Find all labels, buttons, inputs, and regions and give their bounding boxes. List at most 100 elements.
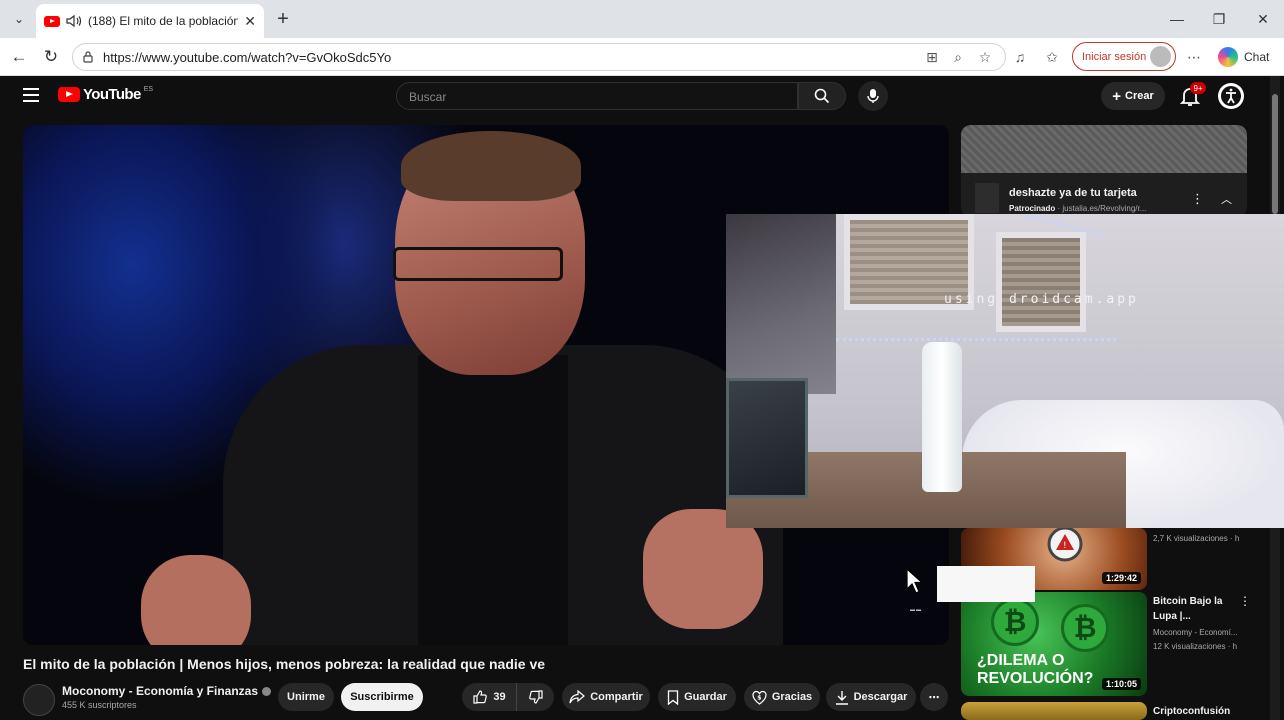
bookmark-icon [667,689,679,705]
subscribe-button[interactable]: Suscribirme [341,683,423,711]
notification-badge: 9+ [1190,82,1206,94]
share-button[interactable]: Compartir [562,683,650,711]
recommendation-thumbnail [961,702,1147,720]
ad-subline: Patrocinado · justalia.es/Revolving/r... [1009,204,1146,213]
share-label: Compartir [590,691,643,703]
maximize-icon[interactable]: ❐ [1204,8,1234,30]
voice-search-button[interactable] [858,81,888,111]
download-icon [835,690,848,705]
thanks-label: Gracias [771,691,813,703]
share-icon [569,690,586,704]
speaker-icon[interactable] [66,14,82,28]
tab-menu-chevron-down-icon[interactable]: ⌄ [8,8,30,30]
search-input[interactable]: Buscar [396,82,798,110]
recommendation-item[interactable]: ₿ ₿ ¿DILEMA O REVOLUCIÓN? 1:10:05 Bitcoin… [961,592,1251,698]
recommendation-title: Bitcoin Bajo la Lupa |... [1153,594,1222,624]
thumbnail-caption-line2: REVOLUCIÓN? [977,670,1094,687]
copilot-chat-button[interactable]: Chat [1218,46,1269,68]
chat-label: Chat [1244,50,1270,64]
back-arrow-icon[interactable]: ← [8,46,30,68]
zoom-icon[interactable]: ⌕ [948,47,968,67]
favorites-icon[interactable]: ✩ [1042,47,1062,67]
ad-image [961,125,1247,173]
region-code: ES [143,86,154,93]
signin-button[interactable]: Iniciar sesión [1072,42,1176,71]
like-button[interactable]: 39 [462,683,516,711]
recommendation-item[interactable]: Criptoconfusión [961,702,1247,720]
like-count: 39 [493,691,506,703]
close-window-icon[interactable]: ✕ [1248,8,1278,30]
channel-avatar[interactable] [23,684,55,716]
url-text: https://www.youtube.com/watch?v=GvOkoSdc… [103,50,392,65]
subscriber-count: 455 K suscriptores [62,700,137,710]
menu-icon[interactable] [23,88,39,102]
duration-badge: 1:10:05 [1101,678,1141,690]
thumbs-up-icon [473,690,488,704]
recommendation-meta: 12 K visualizaciones · h [1153,642,1238,651]
webcam-window-blind [996,232,1086,332]
dollar-heart-icon: $ [752,690,767,705]
browser-tab[interactable]: (188) El mito de la población | Men ✕ [36,4,264,38]
url-bar[interactable]: https://www.youtube.com/watch?v=GvOkoSdc… [72,43,1006,71]
site-info-icon[interactable] [81,50,95,64]
chevron-up-icon[interactable]: ︿ [1221,191,1232,207]
channel-watermark: ▬▬ [910,607,922,613]
tab-close-icon[interactable]: ✕ [244,13,256,30]
svg-text:!: ! [1063,541,1067,551]
recommendation-meta: 2,7 K visualizaciones · h [1153,534,1240,543]
subscribe-label: Suscribirme [350,691,414,703]
favorite-star-icon[interactable]: ☆ [975,47,995,67]
ad-more-icon[interactable]: ⋮ [1191,191,1204,207]
save-button[interactable]: Guardar [658,683,736,711]
logo-text: YouTube [83,86,141,103]
more-dots-icon: ⋯ [928,691,940,704]
more-actions-button[interactable]: ⋯ [920,683,948,711]
account-avatar[interactable] [1218,83,1244,109]
thumbnail-caption-line1: ¿DILEMA O [977,652,1065,669]
minimize-icon[interactable]: — [1162,8,1192,30]
search-placeholder: Buscar [409,90,447,104]
recommendation-channel: Moconomy - Economí... [1153,628,1238,637]
webcam-watermark: using droidcam.app [944,292,1139,307]
address-bar-row: ← ↻ https://www.youtube.com/watch?v=GvOk… [0,38,1284,76]
browser-tab-bar: ⌄ (188) El mito de la población | Men ✕ … [0,0,1284,38]
create-label: Crear [1125,90,1154,102]
video-speaker-hair [401,131,581,201]
download-button[interactable]: Descargar [826,683,916,711]
white-box [937,566,1035,602]
search-button[interactable] [798,82,846,110]
youtube-header: YouTube ES Buscar + Crear 9+ [4,76,1268,116]
recommendation-thumbnail: ₿ ₿ ¿DILEMA O REVOLUCIÓN? 1:10:05 [961,592,1147,696]
webcam-monitor [726,378,808,498]
recommendation-title-line2: Lupa |... [1153,611,1191,622]
thumbnail-caption: ¿DILEMA O REVOLUCIÓN? [977,652,1093,688]
create-button[interactable]: + Crear [1101,82,1165,110]
ad-logo [975,183,999,213]
scrollbar-thumb[interactable] [1272,94,1278,214]
plus-icon: + [1112,87,1121,105]
youtube-logo[interactable]: YouTube ES [58,86,153,103]
ad-domain: · justalia.es/Revolving/r... [1057,204,1147,213]
warning-magnifier-icon: ! [1047,528,1083,562]
channel-name[interactable]: Moconomy - Economía y Finanzas [62,684,272,698]
video-speaker-glasses [393,247,563,281]
dislike-button[interactable] [516,683,554,711]
reload-icon[interactable]: ↻ [40,46,62,68]
recommendation-title: Criptoconfusión [1153,706,1231,717]
recommendation-more-icon[interactable]: ⋮ [1239,594,1251,608]
profile-avatar [1150,46,1171,67]
app-grid-icon[interactable]: ⊞ [922,47,942,67]
join-button[interactable]: Unirme [278,683,334,711]
sponsored-ad-card[interactable]: deshazte ya de tu tarjeta Patrocinado · … [961,125,1247,217]
media-icon[interactable]: ♫ [1010,47,1030,67]
video-speaker-hand-left [141,555,251,645]
webcam-overlay: using droidcam.app [726,214,1284,528]
webcam-clothes [726,214,836,394]
webcam-led-lights [836,338,1116,341]
search-icon [814,88,830,104]
new-tab-icon[interactable]: + [272,8,294,30]
thanks-button[interactable]: $ Gracias [744,683,820,711]
more-options-icon[interactable]: ⋯ [1184,47,1204,67]
tab-title: (188) El mito de la población | Men [88,14,239,28]
save-label: Guardar [684,691,727,703]
